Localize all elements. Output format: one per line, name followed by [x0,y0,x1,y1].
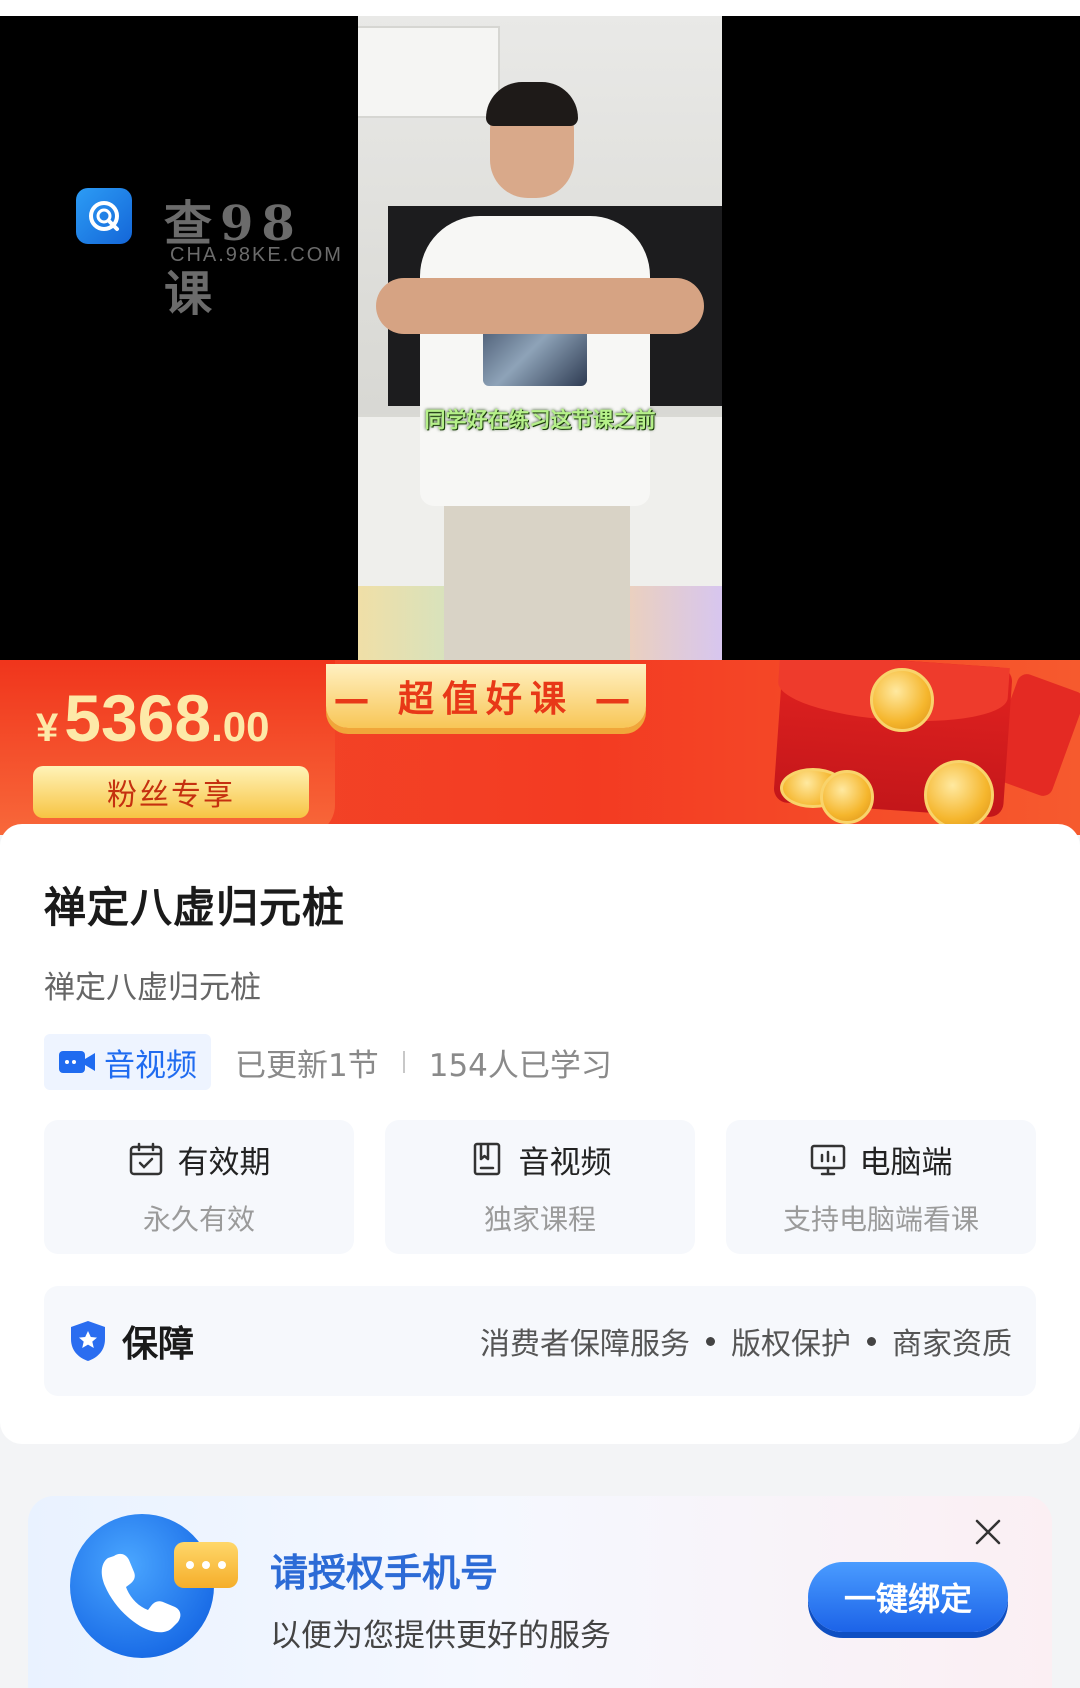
book-icon [473,1142,500,1176]
watermark-logo-icon [76,188,132,244]
course-subtitle: 禅定八虚归元桩 [44,970,261,1006]
av-type-tag: 音视频 [44,1034,211,1090]
chat-bubble-icon [174,1542,238,1588]
instructor-pants [444,496,630,660]
feature-sub: 支持电脑端看课 [782,1202,979,1236]
instructor-hair [486,82,578,126]
feature-media: 音视频 独家课程 [385,1120,695,1254]
course-meta: 音视频 已更新1节 154人已学习 [44,1034,612,1090]
guarantee-row[interactable]: 保障 消费者保障服务 版权保护 商家资质 [44,1286,1036,1396]
fans-exclusive-badge: 粉丝专享 [33,766,309,818]
course-title: 禅定八虚归元桩 [44,883,346,932]
bind-phone-card: 请授权手机号 以便为您提供更好的服务 一键绑定 [28,1496,1052,1688]
phone-icon [70,1514,238,1658]
video-subtitle: 同学好在练习这节课之前 [424,408,656,432]
course-info-card: 禅定八虚归元桩 禅定八虚归元桩 音视频 已更新1节 154人已学习 有效期 永久… [0,824,1080,1444]
feature-label: 有效期 [177,1144,271,1181]
one-click-bind-button[interactable]: 一键绑定 [808,1562,1008,1632]
bullet-dot [706,1336,715,1346]
shield-icon [71,1321,105,1361]
meta-divider [402,1051,405,1073]
watermark: 查98课 CHA.98KE.COM [76,186,356,322]
coin-icon [924,760,994,830]
video-camera-icon [59,1051,95,1073]
video-player[interactable]: 同学好在练习这节课之前 查98课 CHA.98KE.COM [0,0,1080,660]
feature-label: 电脑端 [859,1144,953,1181]
promo-banner: ¥ 5368 .00 粉丝专享 — 超值好课 — [0,660,1080,835]
learner-count: 154人已学习 [428,1047,612,1084]
feature-list: 有效期 永久有效 音视频 独家课程 电脑端 支持电脑端看课 [44,1120,1036,1254]
guarantee-item: 消费者保障服务 [480,1327,690,1362]
monitor-icon [810,1144,845,1176]
watermark-sub: CHA.98KE.COM [170,244,343,266]
price-decimal: .00 [211,703,270,750]
air-conditioner [358,26,500,118]
coin-icon [820,770,874,824]
feature-validity: 有效期 永久有效 [44,1120,354,1254]
course-page: 同学好在练习这节课之前 查98课 CHA.98KE.COM ¥ 5368 .00… [0,0,1080,1688]
feature-desktop: 电脑端 支持电脑端看课 [726,1120,1036,1254]
price-integer: 5368 [64,681,212,755]
value-course-ribbon: — 超值好课 — [326,664,646,728]
bind-title: 请授权手机号 [270,1551,499,1595]
feature-sub: 独家课程 [483,1202,596,1236]
guarantee-item: 版权保护 [731,1327,851,1362]
bind-subtitle: 以便为您提供更好的服务 [270,1618,611,1654]
top-strip [0,0,1080,16]
av-type-label: 音视频 [104,1047,197,1084]
updated-count: 已更新1节 [235,1047,379,1084]
price-currency: ¥ [36,706,59,750]
bullet-dot [867,1336,876,1346]
coin-icon [870,668,934,732]
calendar-icon [129,1142,162,1176]
feature-sub: 永久有效 [142,1202,255,1236]
guarantee-item: 商家资质 [892,1327,1012,1362]
guarantee-label: 保障 [122,1324,195,1365]
price-block: ¥ 5368 .00 粉丝专享 [0,660,335,835]
close-icon[interactable] [972,1516,1004,1548]
feature-label: 音视频 [518,1144,612,1181]
video-frame[interactable]: 同学好在练习这节课之前 [358,16,722,660]
instructor-arms [376,278,704,334]
price: ¥ 5368 .00 [36,680,269,756]
guarantee-items: 消费者保障服务 版权保护 商家资质 [480,1319,1012,1363]
